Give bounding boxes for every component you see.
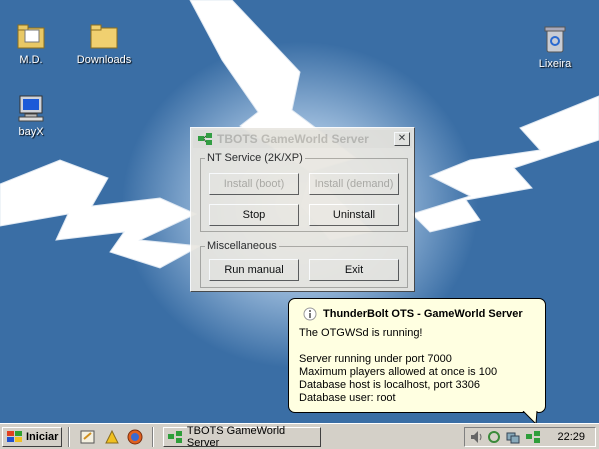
taskbar-button-label: TBOTS GameWorld Server bbox=[186, 425, 286, 449]
stop-button[interactable]: Stop bbox=[209, 204, 299, 226]
close-button[interactable]: ✕ bbox=[394, 132, 410, 146]
taskbar: Iniciar TBOTS GameWorld Server 22:29 bbox=[0, 423, 599, 449]
uninstall-button[interactable]: Uninstall bbox=[309, 204, 399, 226]
server-tray-icon[interactable] bbox=[525, 430, 541, 444]
notification-balloon[interactable]: ThunderBolt OTS - GameWorld Server The O… bbox=[288, 298, 546, 413]
start-button[interactable]: Iniciar bbox=[2, 427, 62, 447]
start-label: Iniciar bbox=[26, 431, 59, 443]
network-icon bbox=[168, 431, 182, 443]
miscellaneous-legend: Miscellaneous bbox=[207, 240, 277, 252]
desktop-icon-bayx[interactable]: bayX bbox=[0, 94, 66, 138]
clock[interactable]: 22:29 bbox=[557, 431, 585, 443]
balloon-line: Database host is localhost, port 3306 bbox=[299, 379, 481, 391]
media-player-icon[interactable] bbox=[104, 429, 120, 445]
taskbar-separator bbox=[68, 427, 70, 447]
show-desktop-icon[interactable] bbox=[80, 429, 96, 445]
exit-button[interactable]: Exit bbox=[309, 259, 399, 281]
balloon-line: Database user: root bbox=[299, 392, 396, 404]
desktop-icon-label: Lixeira bbox=[538, 58, 572, 70]
folder-icon bbox=[89, 22, 119, 50]
run-manual-button[interactable]: Run manual bbox=[209, 259, 299, 281]
firefox-icon[interactable] bbox=[127, 429, 143, 445]
info-icon bbox=[303, 307, 317, 321]
install-demand-button[interactable]: Install (demand) bbox=[309, 173, 399, 195]
desktop-icon-label: bayX bbox=[18, 126, 44, 138]
desktop-icon-label: M.D. bbox=[19, 54, 43, 66]
balloon-title: ThunderBolt OTS - GameWorld Server bbox=[323, 308, 523, 320]
install-boot-button[interactable]: Install (boot) bbox=[209, 173, 299, 195]
window-title: TBOTS GameWorld Server bbox=[217, 132, 369, 146]
network-icon bbox=[198, 133, 212, 145]
windows-logo-icon bbox=[7, 431, 22, 442]
desktop-icon-label: Downloads bbox=[76, 54, 132, 66]
volume-icon[interactable] bbox=[470, 430, 484, 444]
balloon-line: The OTGWSd is running! bbox=[299, 327, 423, 339]
balloon-line: Maximum players allowed at once is 100 bbox=[299, 366, 498, 378]
desktop-icon-md[interactable]: M.D. bbox=[0, 22, 66, 66]
folder-icon bbox=[16, 22, 46, 50]
balloon-pointer bbox=[522, 411, 538, 423]
balloon-line: Server running under port 7000 bbox=[299, 353, 452, 365]
refresh-icon[interactable] bbox=[487, 430, 501, 444]
server-window: TBOTS GameWorld Server ✕ NT Service (2K/… bbox=[190, 127, 415, 292]
nt-service-legend: NT Service (2K/XP) bbox=[207, 152, 303, 164]
taskbar-button-tbots[interactable]: TBOTS GameWorld Server bbox=[163, 425, 321, 449]
desktop-icon-lixeira[interactable]: Lixeira bbox=[520, 24, 590, 70]
desktop: M.D. Downloads Lixeira bayX TBOTS GameWo… bbox=[0, 0, 599, 423]
computer-icon bbox=[16, 94, 46, 122]
recycle-bin-icon bbox=[543, 24, 567, 54]
desktop-icon-downloads[interactable]: Downloads bbox=[69, 22, 139, 66]
system-tray: 22:29 bbox=[464, 427, 596, 447]
window-titlebar[interactable]: TBOTS GameWorld Server ✕ bbox=[193, 130, 412, 148]
taskbar-separator bbox=[152, 427, 154, 447]
network-connection-icon[interactable] bbox=[506, 430, 520, 444]
